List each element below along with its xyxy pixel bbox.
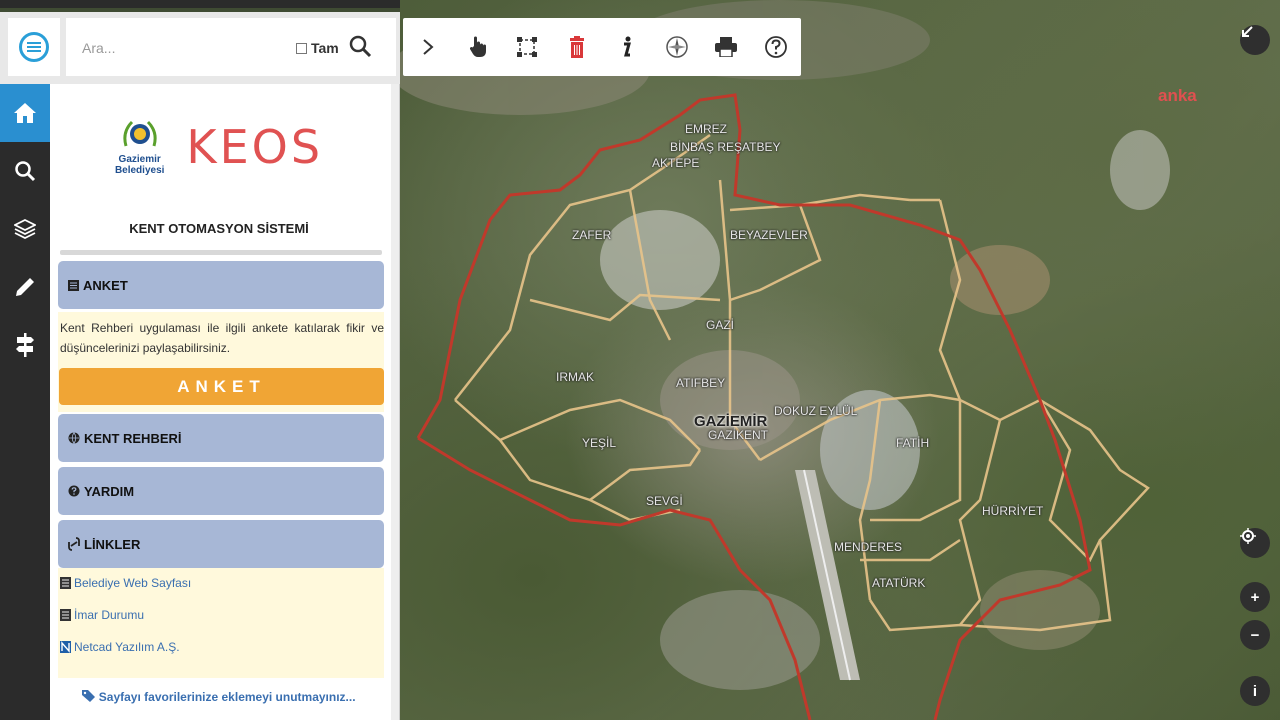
link-label: İmar Durumu (74, 608, 145, 622)
locate-icon[interactable] (1240, 528, 1270, 558)
map-label: BİNBAŞ REŞATBEY (670, 140, 781, 154)
exact-match-checkbox[interactable] (296, 42, 307, 54)
accordion-kent-rehberi-label: KENT REHBERİ (84, 430, 182, 446)
link-label: Belediye Web Sayfası (74, 576, 192, 590)
anket-description: Kent Rehberi uygulaması ile ilgili anket… (60, 321, 384, 355)
brand-logo: KEOS (186, 119, 324, 174)
accordion-yardim-label: YARDIM (84, 483, 135, 499)
page-icon (60, 609, 71, 621)
exact-match-option[interactable]: Tam (296, 40, 339, 56)
link-imar-durumu[interactable]: İmar Durumu (60, 608, 144, 622)
arrow-right-icon[interactable] (403, 18, 453, 76)
map-label: FATİH (896, 436, 930, 450)
search-button[interactable] (348, 34, 374, 60)
compass-icon[interactable] (652, 18, 702, 76)
map-label: ATATÜRK (872, 576, 926, 590)
page-icon (60, 577, 71, 589)
map-label: GAZİ (706, 318, 735, 332)
search-bar: Tam (0, 12, 400, 84)
collapse-icon[interactable] (1240, 25, 1270, 55)
question-icon (68, 485, 80, 497)
municipality-emblem-icon (123, 120, 157, 146)
favorites-note-text: Sayfayı favorilerinize eklemeyi unutmayı… (98, 690, 356, 704)
map-label: ATIFBEY (676, 376, 726, 390)
system-title: KENT OTOMASYON SİSTEMİ (129, 221, 309, 236)
exact-match-label: Tam (311, 40, 339, 56)
favorites-note: Sayfayı favorilerinize eklemeyi unutmayı… (50, 690, 388, 704)
zoom-in-button[interactable]: + (1240, 582, 1270, 612)
panel-scrollbar[interactable] (391, 84, 399, 720)
map-label: SEVGİ (646, 494, 683, 508)
divider (60, 250, 382, 255)
map-label: MENDERES (834, 540, 903, 554)
map-label: YEŞİL (582, 436, 617, 450)
accordion-linkler[interactable]: LİNKLER (58, 520, 384, 568)
map-label: HÜRRİYET (982, 504, 1044, 518)
side-panel: Gaziemir Belediyesi KEOS KENT OTOMASYON … (50, 84, 400, 720)
map-label: AKTEPE (652, 156, 700, 170)
map-label: DOKUZ EYLÜL (774, 404, 858, 418)
anket-body: Kent Rehberi uygulaması ile ilgili anket… (58, 312, 384, 412)
search-icon (349, 35, 372, 58)
map-label: GAZİKENT (708, 428, 769, 442)
zoom-out-button[interactable]: − (1240, 620, 1270, 650)
globe-icon (68, 432, 80, 444)
link-label: Netcad Yazılım A.Ş. (74, 640, 180, 654)
link-netcad[interactable]: Netcad Yazılım A.Ş. (60, 640, 180, 654)
pencil-icon[interactable] (0, 258, 50, 316)
info-icon[interactable] (602, 18, 652, 76)
side-icon-bar (0, 84, 50, 720)
municipality-name-line1: Gaziemir (118, 153, 161, 165)
list-icon (68, 279, 79, 291)
municipality-logo: Gaziemir Belediyesi (115, 118, 164, 176)
accordion-anket[interactable]: ANKET (58, 261, 384, 309)
home-icon[interactable] (0, 84, 50, 142)
map-label: BEYAZEVLER (730, 228, 808, 242)
trash-icon[interactable] (552, 18, 602, 76)
tag-icon (82, 690, 96, 702)
map-view[interactable]: EMREZ BİNBAŞ REŞATBEY AKTEPE ZAFER BEYAZ… (400, 0, 1280, 720)
logo-area: Gaziemir Belediyesi KEOS (50, 84, 388, 209)
search-icon[interactable] (0, 142, 50, 200)
info-button[interactable]: i (1240, 676, 1270, 706)
accordion-anket-label: ANKET (83, 277, 128, 293)
menu-icon (19, 32, 49, 62)
municipality-name-line2: Belediyesi (114, 164, 165, 176)
signpost-icon[interactable] (0, 316, 50, 374)
search-box: Tam (66, 18, 396, 76)
map-label-anka: anka (1158, 86, 1197, 105)
links-body: Belediye Web Sayfası İmar Durumu Netcad … (58, 568, 384, 678)
map-label: IRMAK (556, 370, 595, 384)
select-box-icon[interactable] (503, 18, 553, 76)
accordion-yardim[interactable]: YARDIM (58, 467, 384, 515)
hand-icon[interactable] (453, 18, 503, 76)
search-input[interactable] (82, 36, 282, 60)
layers-icon[interactable] (0, 200, 50, 258)
map-toolbar (403, 18, 801, 76)
menu-toggle-button[interactable] (8, 18, 60, 76)
map-label: ZAFER (572, 228, 612, 242)
accordion-linkler-label: LİNKLER (84, 536, 141, 552)
print-icon[interactable] (702, 18, 752, 76)
anket-button[interactable]: ANKET (59, 368, 384, 405)
link-belediye-web[interactable]: Belediye Web Sayfası (60, 576, 191, 590)
map-label: EMREZ (685, 122, 727, 136)
link-icon (68, 537, 80, 551)
help-icon[interactable] (751, 18, 801, 76)
accordion-kent-rehberi[interactable]: KENT REHBERİ (58, 414, 384, 462)
netcad-icon (60, 641, 71, 653)
map-overlay (400, 0, 1170, 720)
